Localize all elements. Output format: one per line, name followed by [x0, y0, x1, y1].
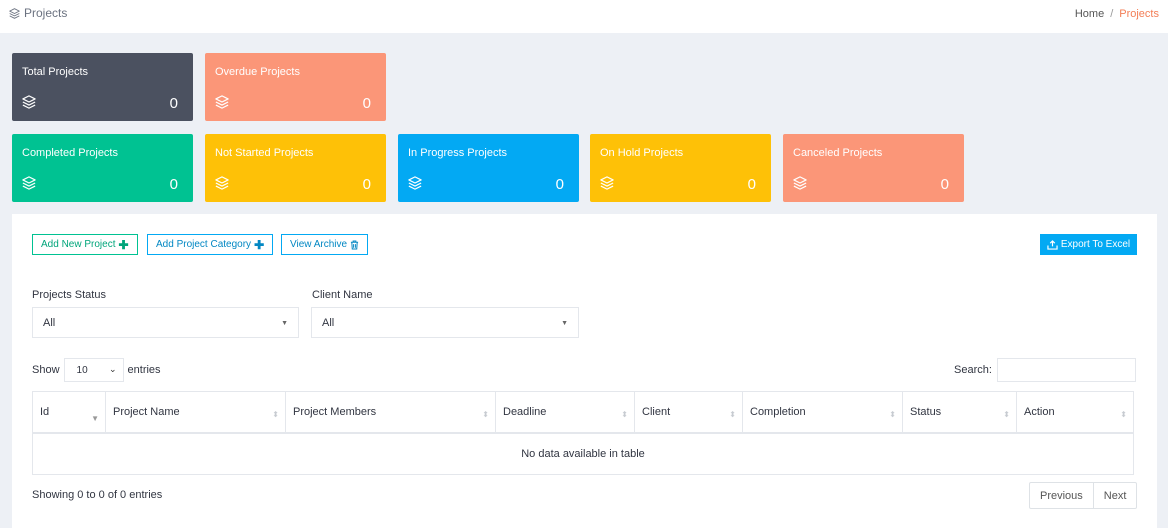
column-label: Action: [1024, 406, 1055, 418]
plus-icon: ✚: [254, 237, 265, 252]
sort-desc-icon: ▼: [91, 414, 99, 423]
stat-value: 0: [555, 176, 564, 193]
view-archive-label: View Archive: [290, 239, 348, 250]
column-header-action[interactable]: Action ⬍: [1017, 392, 1133, 432]
stat-value: 0: [940, 176, 949, 193]
show-label: Show: [32, 364, 60, 376]
table-info: Showing 0 to 0 of 0 entries: [32, 489, 163, 501]
sort-icon: ⬍: [889, 410, 896, 419]
sort-icon: ⬍: [482, 410, 489, 419]
upload-icon: [1047, 239, 1058, 250]
column-header-client[interactable]: Client ⬍: [635, 392, 743, 432]
stat-label: On Hold Projects: [600, 147, 684, 159]
stat-card-on-hold[interactable]: On Hold Projects 0: [590, 134, 771, 202]
stat-value: 0: [362, 95, 371, 112]
stat-label: Canceled Projects: [793, 147, 883, 159]
sort-icon: ⬍: [729, 410, 736, 419]
pagination: Previous Next: [1029, 482, 1138, 509]
entries-select[interactable]: 10 ⌄: [63, 358, 124, 382]
layers-icon: [793, 176, 807, 190]
layers-icon: [22, 176, 36, 190]
projects-panel: Add New Project ✚ Add Project Category ✚…: [12, 214, 1157, 528]
column-header-project-name[interactable]: Project Name ⬍: [106, 392, 286, 432]
table-header: Id ▼ Project Name ⬍ Project Members ⬍ De…: [33, 392, 1133, 434]
column-header-deadline[interactable]: Deadline ⬍: [496, 392, 635, 432]
client-filter-value: All: [322, 316, 335, 329]
stat-card-overdue[interactable]: Overdue Projects 0: [205, 53, 386, 121]
add-project-button[interactable]: Add New Project ✚: [32, 234, 138, 255]
next-button[interactable]: Next: [1092, 483, 1137, 508]
column-header-completion[interactable]: Completion ⬍: [743, 392, 903, 432]
column-label: Project Name: [113, 406, 180, 418]
entries-value: 10: [76, 364, 88, 376]
layers-icon: [215, 176, 229, 190]
entries-length: Show 10 ⌄ entries: [32, 358, 161, 382]
sort-icon: ⬍: [1003, 410, 1010, 419]
trash-icon: [350, 239, 359, 250]
table-search: Search:: [954, 358, 1136, 382]
stat-label: In Progress Projects: [408, 147, 508, 159]
sort-icon: ⬍: [621, 410, 628, 419]
search-label: Search:: [954, 364, 992, 376]
column-label: Completion: [750, 406, 806, 418]
stat-card-total[interactable]: Total Projects 0: [12, 53, 193, 121]
layers-icon: [9, 7, 20, 19]
chevron-down-icon: ⌄: [108, 364, 117, 374]
add-project-label: Add New Project: [41, 239, 116, 250]
stat-card-not-started[interactable]: Not Started Projects 0: [205, 134, 386, 202]
sort-icon: ⬍: [272, 410, 279, 419]
stat-label: Overdue Projects: [215, 66, 300, 78]
export-label: Export To Excel: [1060, 239, 1131, 250]
entries-label: entries: [127, 364, 161, 376]
breadcrumb-home[interactable]: Home: [1075, 8, 1104, 20]
caret-down-icon: ▼: [561, 320, 568, 327]
add-category-label: Add Project Category: [156, 239, 252, 250]
layers-icon: [408, 176, 422, 190]
stat-card-in-progress[interactable]: In Progress Projects 0: [398, 134, 579, 202]
breadcrumb-current: Projects: [1119, 8, 1159, 20]
stat-value: 0: [169, 95, 178, 112]
caret-down-icon: ▼: [281, 320, 288, 327]
column-header-status[interactable]: Status ⬍: [903, 392, 1017, 432]
stat-value: 0: [362, 176, 371, 193]
page-title-text: Projects: [24, 6, 68, 20]
stat-value: 0: [747, 176, 756, 193]
layers-icon: [215, 95, 229, 109]
stat-label: Total Projects: [22, 66, 89, 78]
search-input[interactable]: [996, 358, 1136, 382]
status-filter-value: All: [43, 316, 56, 329]
plus-icon: ✚: [118, 237, 129, 252]
column-label: Deadline: [503, 406, 547, 418]
column-label: Client: [642, 406, 671, 418]
column-label: Status: [910, 406, 942, 418]
column-header-project-members[interactable]: Project Members ⬍: [286, 392, 496, 432]
stat-value: 0: [169, 176, 178, 193]
status-filter-label: Projects Status: [32, 289, 106, 301]
breadcrumb: Home / Projects: [1075, 8, 1159, 20]
previous-button[interactable]: Previous: [1030, 483, 1093, 508]
stat-card-canceled[interactable]: Canceled Projects 0: [783, 134, 964, 202]
client-filter-label: Client Name: [312, 289, 373, 301]
column-label: Project Members: [293, 406, 377, 418]
export-excel-button[interactable]: Export To Excel: [1040, 234, 1137, 255]
projects-table: Id ▼ Project Name ⬍ Project Members ⬍ De…: [32, 391, 1134, 475]
layers-icon: [22, 95, 36, 109]
stat-label: Not Started Projects: [215, 147, 314, 159]
client-filter-select[interactable]: All ▼: [311, 307, 579, 338]
add-category-button[interactable]: Add Project Category ✚: [147, 234, 274, 255]
layers-icon: [600, 176, 614, 190]
view-archive-button[interactable]: View Archive: [281, 234, 369, 255]
page-title: Projects: [9, 6, 67, 20]
breadcrumb-separator: /: [1110, 8, 1114, 20]
status-filter-select[interactable]: All ▼: [32, 307, 299, 338]
column-header-id[interactable]: Id ▼: [33, 392, 106, 432]
empty-table-message: No data available in table: [521, 448, 645, 460]
stat-card-completed[interactable]: Completed Projects 0: [12, 134, 193, 202]
column-label: Id: [40, 406, 50, 418]
top-bar: Projects Home / Projects: [0, 0, 1168, 33]
stat-label: Completed Projects: [22, 147, 118, 159]
sort-icon: ⬍: [1120, 410, 1127, 419]
